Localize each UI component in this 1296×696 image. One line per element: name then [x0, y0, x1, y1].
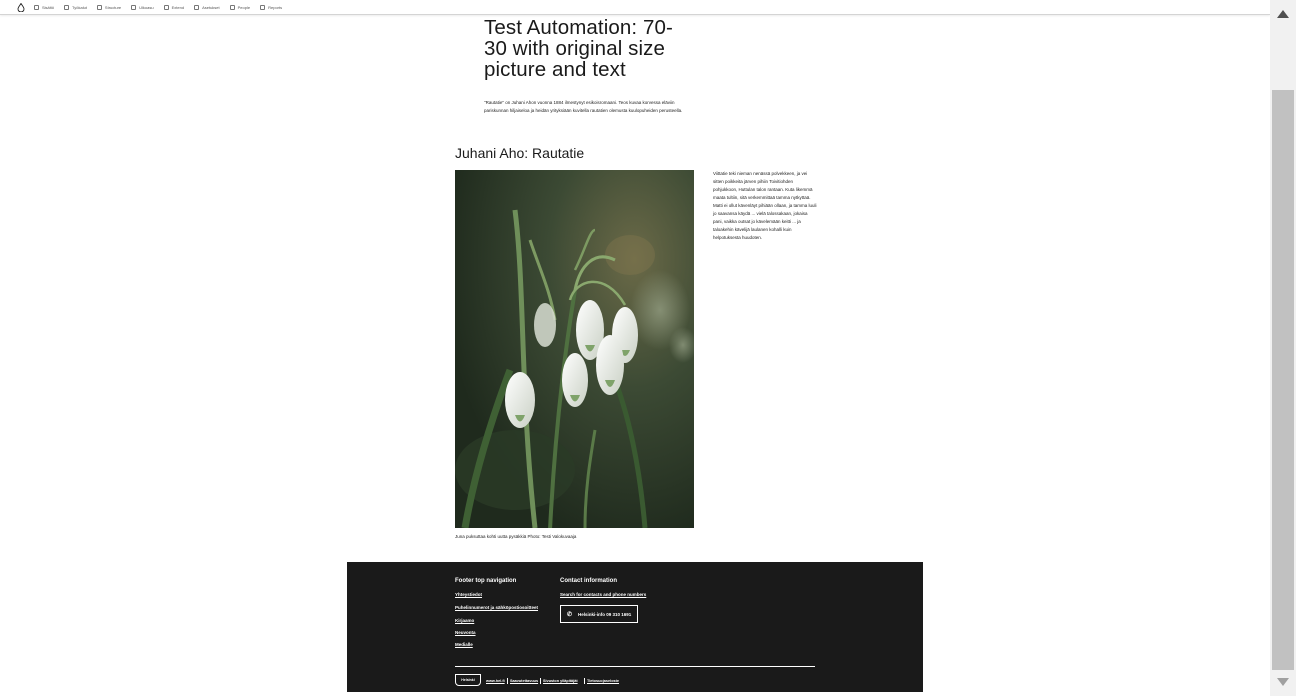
lead-paragraph: "Rautatie" on Juhani Ahon vuonna 1884 il… — [484, 100, 683, 113]
reports-icon — [260, 4, 266, 10]
tools-icon — [64, 4, 70, 10]
footer-separator — [507, 678, 508, 684]
photo-caption: Juna puksuttaa kohti uutta pysäkkiä Phot… — [455, 534, 577, 539]
toolbar-item-structure[interactable]: Structure — [96, 4, 122, 10]
scroll-up-icon[interactable] — [1270, 4, 1296, 24]
footer-bottom-link-maintainers[interactable]: Sivuston ylläpitäjät — [543, 679, 578, 683]
people-icon — [229, 4, 235, 10]
home-icon[interactable] — [16, 2, 26, 12]
footer-link-phones[interactable]: Puhelinnumerot ja sähköpostiosoitteet — [455, 605, 538, 610]
footer-bottom-link-hel[interactable]: www.hel.fi — [486, 679, 505, 683]
toolbar-item-content[interactable]: Sisältö — [34, 4, 55, 10]
structure-icon — [96, 4, 102, 10]
page-title: Test Automation: 70-30 with original siz… — [484, 16, 673, 81]
footer-separator — [584, 678, 585, 684]
toolbar-item-tools[interactable]: Työkalut — [64, 4, 87, 10]
config-icon — [194, 4, 200, 10]
toolbar-item-appearance[interactable]: Ulkoasu — [131, 4, 154, 10]
footer-link-advice[interactable]: Neuvonta — [455, 630, 476, 635]
footer-wave — [347, 562, 923, 568]
extend-icon — [163, 4, 169, 10]
contact-title: Contact information — [560, 578, 617, 584]
scrollbar-thumb[interactable] — [1272, 90, 1294, 670]
scrollbar[interactable] — [1270, 0, 1296, 696]
phone-icon: ✆ — [567, 611, 573, 618]
toolbar-item-extend[interactable]: Extend — [163, 4, 185, 10]
footer-link-contacts[interactable]: Yhteystiedot — [455, 592, 482, 597]
footer-nav-title: Footer top navigation — [455, 578, 517, 584]
toolbar-item-label: Structure — [104, 4, 122, 10]
toolbar-item-reports[interactable]: Reports — [260, 4, 283, 10]
toolbar-item-label: Reports — [268, 4, 283, 10]
phone-label: Helsinki-info 09 310 1691 — [578, 611, 632, 617]
footer-link-registry[interactable]: Kirjaamo — [455, 618, 474, 623]
footer: Footer top navigation Yhteystiedot Puhel… — [347, 562, 923, 692]
footer-bottom-link-privacy[interactable]: Tietosuojaseloste — [587, 679, 619, 683]
admin-toolbar: Sisältö Työkalut Structure Ulkoasu Exten… — [0, 0, 1270, 15]
toolbar-item-people[interactable]: People — [229, 4, 251, 10]
helsinki-logo[interactable]: Helsinki — [455, 674, 481, 686]
section-title: Juhani Aho: Rautatie — [455, 145, 585, 161]
toolbar-item-config[interactable]: Asetukset — [194, 4, 220, 10]
scroll-down-icon[interactable] — [1270, 672, 1296, 692]
footer-divider — [455, 666, 815, 667]
phone-button[interactable]: ✆ Helsinki-info 09 310 1691 — [560, 605, 638, 623]
toolbar-item-label: Työkalut — [72, 4, 87, 10]
footer-link-media[interactable]: Medialle — [455, 642, 473, 647]
footer-separator — [540, 678, 541, 684]
toolbar-item-label: Ulkoasu — [139, 4, 154, 10]
content-icon — [34, 4, 39, 10]
footer-bottom-link-accessibility[interactable]: Saavutettavuus — [510, 679, 538, 683]
side-paragraph: Viittatie teki nieman nenässä polvekkeen… — [713, 171, 817, 240]
toolbar-item-label: People — [237, 4, 251, 10]
contact-search-link[interactable]: Search for contacts and phone numbers — [560, 592, 646, 597]
snowdrop-photo — [455, 170, 694, 528]
appearance-icon — [131, 4, 137, 10]
toolbar-item-label: Sisältö — [42, 4, 55, 10]
toolbar-item-label: Extend — [171, 4, 185, 10]
toolbar-item-label: Asetukset — [202, 4, 220, 10]
